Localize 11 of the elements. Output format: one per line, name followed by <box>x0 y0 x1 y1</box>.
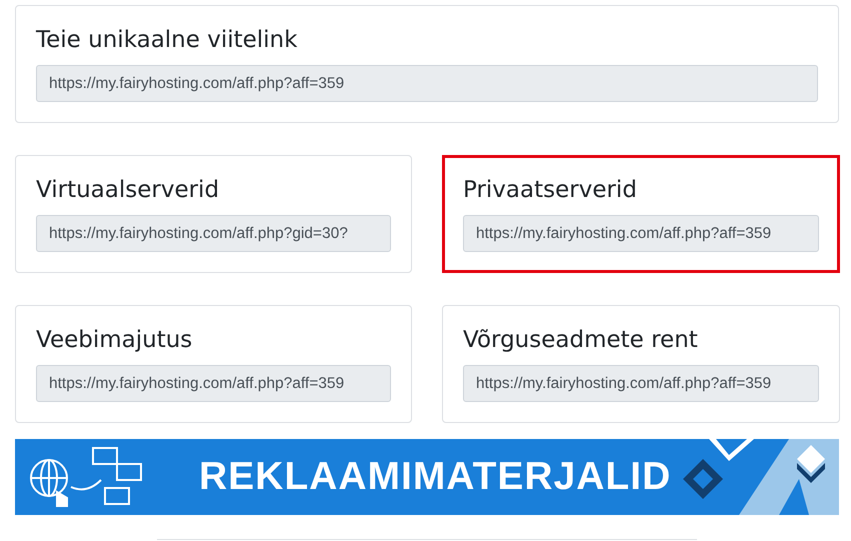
card-title: Võrguseadmete rent <box>463 326 699 355</box>
card-title: Veebimajutus <box>36 326 194 355</box>
banner-title: REKLAAMIMATERJALID <box>199 455 672 499</box>
link-field[interactable]: https://my.fairyhosting.com/aff.php?aff=359 <box>36 365 391 402</box>
card-title: Privaatserverid <box>463 176 638 205</box>
link-field[interactable]: https://my.fairyhosting.com/aff.php?aff=359 <box>36 65 818 102</box>
link-field[interactable]: https://my.fairyhosting.com/aff.php?aff=359 <box>463 215 819 252</box>
link-field[interactable]: https://my.fairyhosting.com/aff.php?aff=359 <box>463 365 819 402</box>
link-field[interactable]: https://my.fairyhosting.com/aff.php?gid=30? <box>36 215 391 252</box>
card-title: Virtuaalserverid <box>36 176 220 205</box>
card-title: Teie unikaalne viitelink <box>36 26 298 55</box>
